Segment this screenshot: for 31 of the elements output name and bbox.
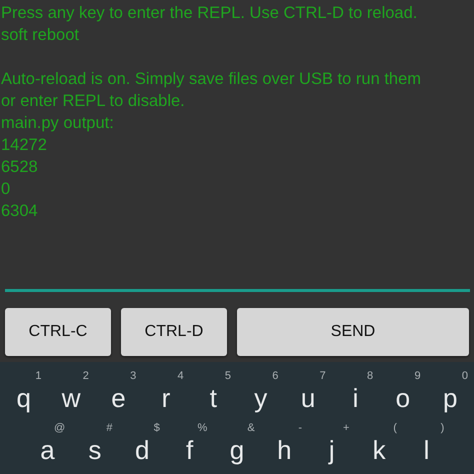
terminal-line: 0 [1,179,12,200]
keyboard-key[interactable]: 6 y [237,366,284,418]
ctrl-key-button[interactable]: CTRL-C [5,308,111,356]
keyboard-key[interactable]: + j [308,418,356,470]
keyboard-key[interactable]: & g [213,418,261,470]
send-button[interactable]: SEND [237,308,469,356]
keyboard-key[interactable]: 1 q [0,366,48,418]
keyboard-key[interactable]: 8 i [332,366,380,418]
keyboard-key[interactable]: 0 p [426,366,474,418]
keyboard-key[interactable]: % f [166,418,214,470]
keyboard-key[interactable]: 2 w [47,366,95,418]
terminal-line: 6304 [1,201,39,222]
keyboard-key[interactable]: $ d [118,418,166,470]
terminal-line: Auto-reload is on. Simply save files over USB to run them [1,69,422,90]
terminal-line: 6528 [1,157,39,178]
keyboard-key[interactable]: 4 r [142,366,190,418]
keyboard-key[interactable]: 5 t [190,366,237,418]
keyboard-key[interactable]: 9 o [379,366,427,418]
keyboard-key[interactable]: # s [71,418,119,470]
keyboard-key[interactable]: 3 e [94,366,142,418]
keyboard-key[interactable]: ) l [402,418,450,470]
terminal-line: soft reboot [1,25,80,46]
keyboard-key[interactable]: ( k [355,418,403,470]
terminal-line: main.py output: [1,113,115,134]
keyboard-key[interactable]: - h [260,418,308,470]
terminal-line: or enter REPL to disable. [1,91,186,112]
keyboard-key[interactable]: @ a [24,418,72,470]
terminal-line: 14272 [1,135,48,156]
terminal-line: Press any key to enter the REPL. Use CTRL-D to reload. [1,3,418,24]
keyboard-key[interactable]: 7 u [284,366,332,418]
ctrl-key-button[interactable]: CTRL-D [121,308,227,356]
